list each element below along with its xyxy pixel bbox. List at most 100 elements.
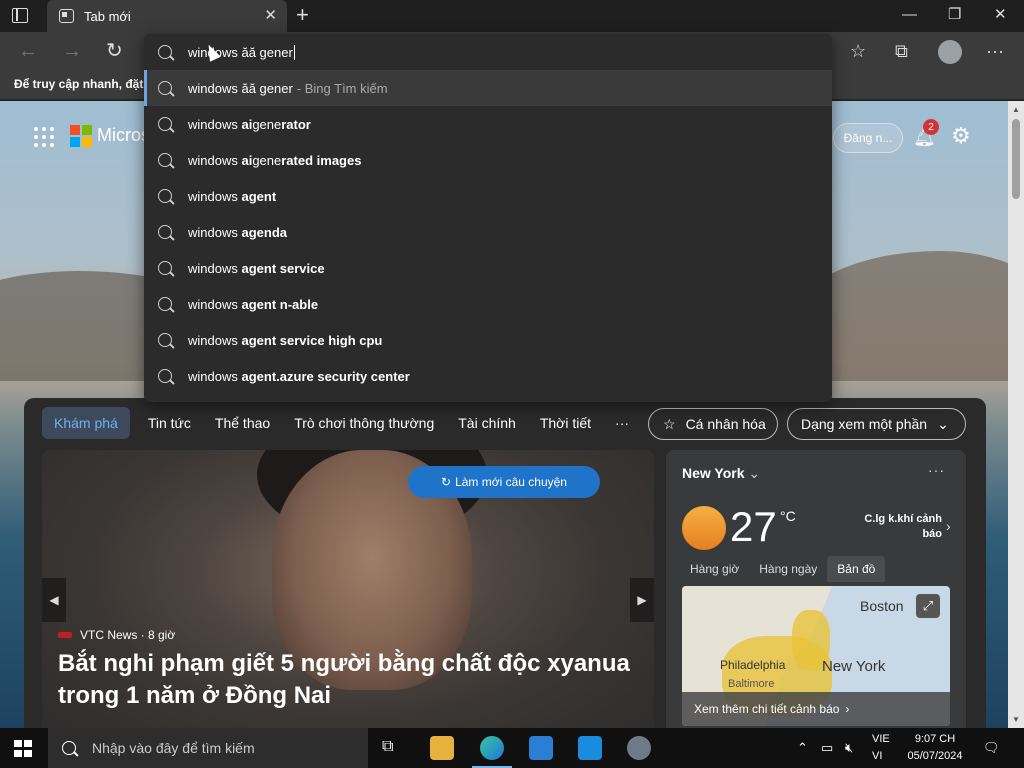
search-icon xyxy=(158,81,172,95)
search-icon xyxy=(158,117,172,131)
weather-temperature: 27 xyxy=(730,503,777,550)
map-alert-details[interactable]: Xem thêm chi tiết cảnh báo › xyxy=(682,692,950,726)
search-icon xyxy=(158,225,172,239)
weather-city[interactable]: New York ⌄ xyxy=(682,465,760,482)
text-caret xyxy=(293,44,295,60)
feed-tab-news[interactable]: Tin tức xyxy=(148,415,191,431)
taskbar-search-box[interactable]: Nhập vào đây để tìm kiếm xyxy=(48,728,368,768)
newtab-favicon-icon xyxy=(59,9,74,23)
feed-nav-more[interactable]: ··· xyxy=(615,415,629,431)
tab-title: Tab mới xyxy=(84,8,131,24)
collections-icon[interactable]: ⧉ xyxy=(895,40,908,62)
file-explorer-icon[interactable] xyxy=(430,736,454,760)
weather-tab-hourly[interactable]: Hàng giờ xyxy=(680,556,749,582)
feed-tab-casual-games[interactable]: Trò chơi thông thường xyxy=(294,415,434,431)
signin-button[interactable]: Đăng n... xyxy=(833,123,903,153)
suggestion-item[interactable]: windows agent xyxy=(144,178,832,214)
weather-card: New York ⌄ ··· 27 °C C.lg k.khí cảnh báo… xyxy=(666,450,966,728)
search-icon xyxy=(158,45,172,59)
favorites-star-icon[interactable]: ☆ xyxy=(850,40,866,62)
search-icon xyxy=(158,297,172,311)
carousel-next-icon[interactable]: ▶ xyxy=(630,578,654,622)
carousel-prev-icon[interactable]: ◀ xyxy=(42,578,66,622)
title-bar: Tab mới ✕ + — ❐ ✕ xyxy=(0,0,1024,32)
mail-icon[interactable] xyxy=(578,736,602,760)
microsoft-brand-text: Micros xyxy=(97,125,150,145)
notification-count-badge: 2 xyxy=(923,119,939,135)
chevron-down-icon: ⌄ xyxy=(937,415,949,432)
address-bar-input[interactable]: windows ăă gener xyxy=(144,34,832,70)
edge-browser-icon[interactable] xyxy=(480,736,504,760)
suggestion-item[interactable]: windows ai gene rated images xyxy=(144,142,832,178)
more-menu-icon[interactable]: ··· xyxy=(986,40,1004,62)
profile-avatar[interactable] xyxy=(938,40,962,64)
map-label-boston: Boston xyxy=(860,598,904,614)
expand-map-icon[interactable]: ⤢ xyxy=(916,594,940,618)
weather-more-icon[interactable]: ··· xyxy=(928,462,945,478)
hero-news-card[interactable]: ↻ Làm mới câu chuyện ◀ ▶ VTC News · 8 gi… xyxy=(42,450,654,728)
back-icon[interactable]: ← xyxy=(18,40,38,62)
view-mode-label: Dạng xem một phần xyxy=(801,416,928,432)
search-icon xyxy=(158,189,172,203)
search-icon xyxy=(158,261,172,275)
map-label-baltimore: Baltimore xyxy=(728,678,775,690)
volume-muted-icon[interactable]: 🔇︎ xyxy=(845,740,853,756)
apps-launcher-icon[interactable] xyxy=(34,127,54,147)
suggestion-item[interactable]: windows agent service xyxy=(144,250,832,286)
search-icon xyxy=(158,153,172,167)
refresh-stories-button[interactable]: ↻ Làm mới câu chuyện xyxy=(408,466,600,498)
address-bar-dropdown: windows ăă gener windows ăă gener - Bing… xyxy=(144,34,832,402)
settings-app-icon[interactable] xyxy=(627,736,651,760)
suggestion-item[interactable]: windows ăă gener - Bing Tìm kiếm xyxy=(144,70,832,106)
chevron-right-icon[interactable]: › xyxy=(946,518,951,534)
feed-nav: Khám phá Tin tức Thể thao Trò chơi thông… xyxy=(42,406,653,440)
forward-icon[interactable]: → xyxy=(62,40,82,62)
new-tab-icon[interactable]: + xyxy=(296,4,309,26)
close-window-icon[interactable]: ✕ xyxy=(994,6,1007,24)
suggestion-item[interactable]: windows ai gene rator xyxy=(144,106,832,142)
suggestion-item[interactable]: windows agent service high cpu xyxy=(144,322,832,358)
taskbar-search-placeholder: Nhập vào đây để tìm kiếm xyxy=(92,740,255,756)
feed-tab-weather[interactable]: Thời tiết xyxy=(540,415,591,431)
microsoft-store-icon[interactable] xyxy=(529,736,553,760)
settings-gear-icon[interactable]: ⚙ xyxy=(951,123,971,149)
input-language[interactable]: VIE VI xyxy=(872,731,890,765)
tab-new[interactable]: Tab mới ✕ xyxy=(47,0,287,32)
windows-start-icon[interactable] xyxy=(14,740,32,757)
minimize-icon[interactable]: — xyxy=(902,6,917,24)
suggestion-item[interactable]: windows agenda xyxy=(144,214,832,250)
page-scrollbar[interactable]: ▲ ▼ xyxy=(1008,101,1024,728)
feed-tab-sports[interactable]: Thể thao xyxy=(215,415,270,431)
task-view-icon[interactable]: ⧉ xyxy=(382,738,393,756)
close-tab-icon[interactable]: ✕ xyxy=(264,8,277,23)
news-headline[interactable]: Bắt nghi phạm giết 5 người bằng chất độc… xyxy=(58,648,638,712)
weather-alert[interactable]: C.lg k.khí cảnh báo xyxy=(858,512,942,542)
notification-center-icon[interactable]: 🗨︎ xyxy=(983,740,1000,756)
restore-icon[interactable]: ❐ xyxy=(948,6,961,24)
personalize-label: Cá nhân hóa xyxy=(685,416,766,432)
weather-tab-daily[interactable]: Hàng ngày xyxy=(749,556,827,582)
feed-tab-finance[interactable]: Tài chính xyxy=(458,415,516,431)
weather-unit: °C xyxy=(780,508,796,524)
reload-icon[interactable]: ↻ xyxy=(106,40,123,62)
network-icon[interactable]: ▭ xyxy=(821,740,833,756)
personalize-button[interactable]: ☆ Cá nhân hóa xyxy=(648,408,778,440)
clock-time: 9:07 CH xyxy=(914,733,956,745)
tab-actions-icon[interactable] xyxy=(12,8,28,23)
refresh-icon: ↻ xyxy=(441,475,452,489)
map-label-philadelphia: Philadelphia xyxy=(720,658,786,672)
suggestion-item[interactable]: windows agent.azure security center xyxy=(144,358,832,394)
map-label-new-york: New York xyxy=(822,658,886,675)
weather-map[interactable]: Boston Philadelphia Baltimore New York ⤢… xyxy=(682,586,950,726)
view-mode-dropdown[interactable]: Dạng xem một phần ⌄ xyxy=(787,408,966,440)
feed-tab-discover[interactable]: Khám phá xyxy=(42,407,130,439)
show-hidden-icons-icon[interactable]: ⌃ xyxy=(797,740,808,756)
scroll-down-icon[interactable]: ▼ xyxy=(1012,715,1020,724)
system-clock[interactable]: 9:07 CH 05/07/2024 xyxy=(900,731,970,765)
weather-tab-map[interactable]: Bản đồ xyxy=(827,556,886,582)
weather-tabs: Hàng giờ Hàng ngày Bản đồ xyxy=(680,556,886,582)
scroll-thumb[interactable] xyxy=(1012,119,1020,199)
scroll-up-icon[interactable]: ▲ xyxy=(1012,105,1020,114)
search-icon xyxy=(158,369,172,383)
suggestion-item[interactable]: windows agent n-able xyxy=(144,286,832,322)
